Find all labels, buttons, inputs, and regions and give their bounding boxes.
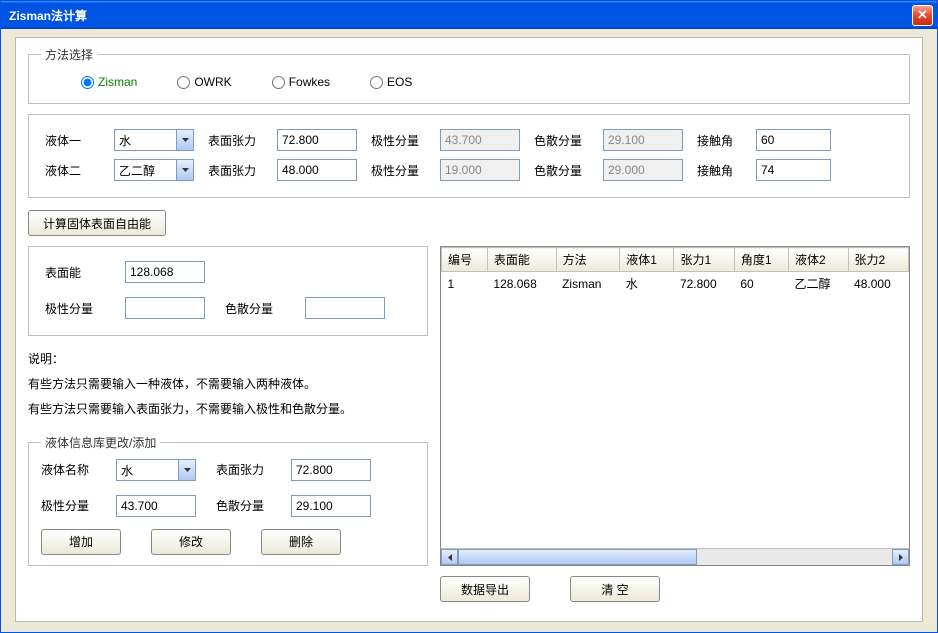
tension2-input[interactable] [277, 159, 357, 181]
modify-button[interactable]: 修改 [151, 529, 231, 555]
library-legend: 液体信息库更改/添加 [41, 434, 160, 451]
result-disp-label: 色散分量 [225, 300, 285, 317]
scroll-thumb[interactable] [458, 549, 697, 565]
th-id[interactable]: 编号 [442, 248, 488, 272]
angle1-label: 接触角 [697, 132, 742, 149]
tension2-label: 表面张力 [208, 162, 263, 179]
liquid2-combo[interactable]: 乙二醇 [114, 159, 194, 181]
explanation: 说明： 有些方法只需要输入一种液体，不需要输入两种液体。 有些方法只需要输入表面… [28, 350, 428, 420]
lib-polar-input[interactable] [116, 495, 196, 517]
method-legend: 方法选择 [41, 46, 97, 63]
liquid-input-fieldset: 液体一 水 表面张力 极性分量 色散分量 接触角 液体二 乙二醇 表面张力 [28, 114, 910, 198]
th-liq1[interactable]: 液体1 [620, 248, 674, 272]
radio-eos-input[interactable] [370, 76, 383, 89]
lib-tension-label: 表面张力 [216, 461, 271, 478]
radio-owrk-input[interactable] [177, 76, 190, 89]
liquid1-combo[interactable]: 水 [114, 129, 194, 151]
radio-zisman-input[interactable] [81, 76, 94, 89]
chevron-down-icon[interactable] [178, 460, 195, 480]
disp2-input [603, 159, 683, 181]
th-liq2[interactable]: 液体2 [789, 248, 849, 272]
results-fieldset: 表面能 极性分量 色散分量 [28, 246, 428, 336]
explain-title: 说明： [28, 350, 428, 369]
radio-eos[interactable]: EOS [370, 75, 412, 89]
disp1-label: 色散分量 [534, 132, 589, 149]
angle2-input[interactable] [756, 159, 831, 181]
clear-button[interactable]: 清 空 [570, 576, 660, 602]
th-a1[interactable]: 角度1 [734, 248, 788, 272]
window-title: Zisman法计算 [9, 7, 912, 24]
lib-polar-label: 极性分量 [41, 497, 96, 514]
result-polar-label: 极性分量 [45, 300, 105, 317]
lib-disp-label: 色散分量 [216, 497, 271, 514]
angle1-input[interactable] [756, 129, 831, 151]
th-energy[interactable]: 表面能 [487, 248, 556, 272]
table-row[interactable]: 1 128.068 Zisman 水 72.800 60 乙二醇 48.000 [442, 272, 909, 296]
energy-output[interactable] [125, 261, 205, 283]
radio-fowkes[interactable]: Fowkes [272, 75, 330, 89]
lib-disp-input[interactable] [291, 495, 371, 517]
radio-fowkes-input[interactable] [272, 76, 285, 89]
scroll-right-icon[interactable] [892, 549, 909, 565]
content-area: 方法选择 Zisman OWRK Fowkes EOS [15, 37, 923, 622]
energy-label: 表面能 [45, 264, 105, 281]
chevron-down-icon[interactable] [176, 160, 193, 180]
radio-zisman[interactable]: Zisman [81, 75, 137, 89]
tension1-label: 表面张力 [208, 132, 263, 149]
app-window: Zisman法计算 ✕ 方法选择 Zisman OWRK Fowkes [0, 0, 938, 633]
angle2-label: 接触角 [697, 162, 742, 179]
titlebar[interactable]: Zisman法计算 ✕ [1, 1, 937, 29]
calculate-button[interactable]: 计算固体表面自由能 [28, 210, 166, 236]
result-polar-output[interactable] [125, 297, 205, 319]
disp2-label: 色散分量 [534, 162, 589, 179]
scroll-track[interactable] [458, 549, 892, 565]
tension1-input[interactable] [277, 129, 357, 151]
liquid1-label: 液体一 [45, 132, 100, 149]
polar2-label: 极性分量 [371, 162, 426, 179]
lib-name-combo[interactable]: 水 [116, 459, 196, 481]
close-button[interactable]: ✕ [912, 5, 933, 26]
library-fieldset: 液体信息库更改/添加 液体名称 水 表面张力 极性分量 色散分量 [28, 434, 428, 566]
explain-line2: 有些方法只需要输入表面张力，不需要输入极性和色散分量。 [28, 400, 428, 419]
polar2-input [440, 159, 520, 181]
liquid2-label: 液体二 [45, 162, 100, 179]
add-button[interactable]: 增加 [41, 529, 121, 555]
result-disp-output[interactable] [305, 297, 385, 319]
polar1-input [440, 129, 520, 151]
method-fieldset: 方法选择 Zisman OWRK Fowkes EOS [28, 46, 910, 104]
th-t2[interactable]: 张力2 [848, 248, 908, 272]
explain-line1: 有些方法只需要输入一种液体，不需要输入两种液体。 [28, 375, 428, 394]
table-header-row: 编号 表面能 方法 液体1 张力1 角度1 液体2 张力2 [442, 248, 909, 272]
horizontal-scrollbar[interactable] [441, 548, 909, 565]
radio-owrk[interactable]: OWRK [177, 75, 231, 89]
disp1-input [603, 129, 683, 151]
delete-button[interactable]: 删除 [261, 529, 341, 555]
export-button[interactable]: 数据导出 [440, 576, 530, 602]
polar1-label: 极性分量 [371, 132, 426, 149]
th-t1[interactable]: 张力1 [674, 248, 734, 272]
lib-tension-input[interactable] [291, 459, 371, 481]
scroll-left-icon[interactable] [441, 549, 458, 565]
th-method[interactable]: 方法 [556, 248, 620, 272]
results-table-container[interactable]: 编号 表面能 方法 液体1 张力1 角度1 液体2 张力2 [440, 246, 910, 566]
results-table: 编号 表面能 方法 液体1 张力1 角度1 液体2 张力2 [441, 247, 909, 295]
lib-name-label: 液体名称 [41, 461, 96, 478]
close-icon: ✕ [917, 7, 928, 23]
chevron-down-icon[interactable] [176, 130, 193, 150]
